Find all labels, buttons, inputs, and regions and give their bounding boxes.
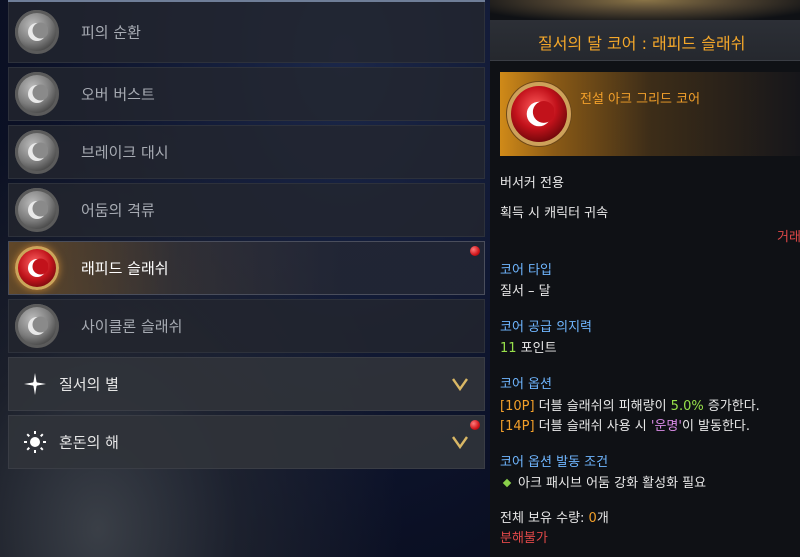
list-item-blood-cycle[interactable]: 피의 순환 [8,2,485,63]
core-type-value: 질서 – 달 [500,284,551,299]
option-text: 더블 슬래쉬의 피해량이 [534,399,671,414]
item-grade: 전설 아크 그리드 코어 [580,92,701,107]
option-tag: [14P] [500,419,535,434]
condition-line: 아크 패시브 어둠 강화 활성화 필요 [502,472,707,491]
list-item-label: 오버 버스트 [81,85,155,104]
chevron-down-icon[interactable] [452,377,468,391]
moon-core-icon [15,246,59,290]
list-item-cyclone-slash[interactable]: 사이클론 슬래쉬 [8,299,485,353]
class-restriction: 버서커 전용 [500,176,564,191]
condition-label: 코어 옵션 발동 조건 [500,455,609,470]
section-sun-of-chaos[interactable]: 혼돈의 해 [8,415,485,469]
list-item-label: 브레이크 대시 [81,143,169,162]
option-text: 증가한다. [703,399,760,414]
option-text: 이 발동한다. [681,419,751,434]
moon-core-icon [15,304,59,348]
list-item-label: 어둠의 격류 [81,201,155,220]
list-item-label: 사이클론 슬래쉬 [81,317,183,336]
core-list-panel: 피의 순환 오버 버스트 브레이크 대시 어둠의 격류 래피드 슬래쉬 사이클론… [8,0,485,473]
bind-info: 획득 시 캐릭터 귀속 [500,206,609,221]
moon-core-icon [15,188,59,232]
core-option-1: [10P] 더블 슬래쉬의 피해량이 5.0% 증가한다. [500,395,760,414]
owned-count: 전체 보유 수량: 0개 [500,507,609,526]
notification-dot-icon [470,246,480,256]
list-item-break-dash[interactable]: 브레이크 대시 [8,125,485,179]
bullet-diamond-icon [502,478,512,488]
option-tag: [10P] [500,399,535,414]
item-header-card: 전설 아크 그리드 코어 [500,72,800,156]
tooltip-title: 질서의 달 코어 : 래피드 슬래쉬 [538,34,746,53]
owned-unit: 개 [596,511,609,526]
core-options-label: 코어 옵션 [500,377,552,392]
item-tooltip: 질서의 달 코어 : 래피드 슬래쉬 전설 아크 그리드 코어 버서커 전용 획… [490,0,800,557]
moon-core-icon [15,10,59,54]
chevron-down-icon[interactable] [452,435,468,449]
section-star-of-order[interactable]: 질서의 별 [8,357,485,411]
option-text: 더블 슬래쉬 사용 시 [534,419,651,434]
willpower-line: 11 포인트 [500,337,557,356]
list-item-over-burst[interactable]: 오버 버스트 [8,67,485,121]
moon-core-icon [15,130,59,174]
owned-value: 0 [588,511,597,526]
star-icon [24,373,46,395]
tooltip-title-bar: 질서의 달 코어 : 래피드 슬래쉬 [490,20,800,61]
willpower-unit: 포인트 [516,341,557,356]
disassemble-status: 분해불가 [500,531,548,546]
moon-core-icon [15,72,59,116]
willpower-value: 11 [500,341,517,356]
option-value: '운명' [650,419,682,434]
list-item-label: 래피드 슬래쉬 [81,259,169,278]
core-type-label: 코어 타입 [500,263,552,278]
trade-info: 거래 [777,230,800,245]
section-label: 혼돈의 해 [59,433,119,452]
list-item-label: 피의 순환 [81,23,141,42]
core-option-2: [14P] 더블 슬래쉬 사용 시 '운명'이 발동한다. [500,415,750,434]
option-value: 5.0% [670,399,704,414]
condition-text: 아크 패시브 어둠 강화 활성화 필요 [518,476,707,491]
owned-label: 전체 보유 수량: [500,511,589,526]
notification-dot-icon [470,420,480,430]
tooltip-top-art [490,0,800,20]
moon-core-icon [507,82,571,146]
list-item-dark-torrent[interactable]: 어둠의 격류 [8,183,485,237]
list-item-rapid-slash[interactable]: 래피드 슬래쉬 [8,241,485,295]
sun-icon [24,431,46,453]
willpower-label: 코어 공급 의지력 [500,320,592,335]
section-label: 질서의 별 [59,375,119,394]
